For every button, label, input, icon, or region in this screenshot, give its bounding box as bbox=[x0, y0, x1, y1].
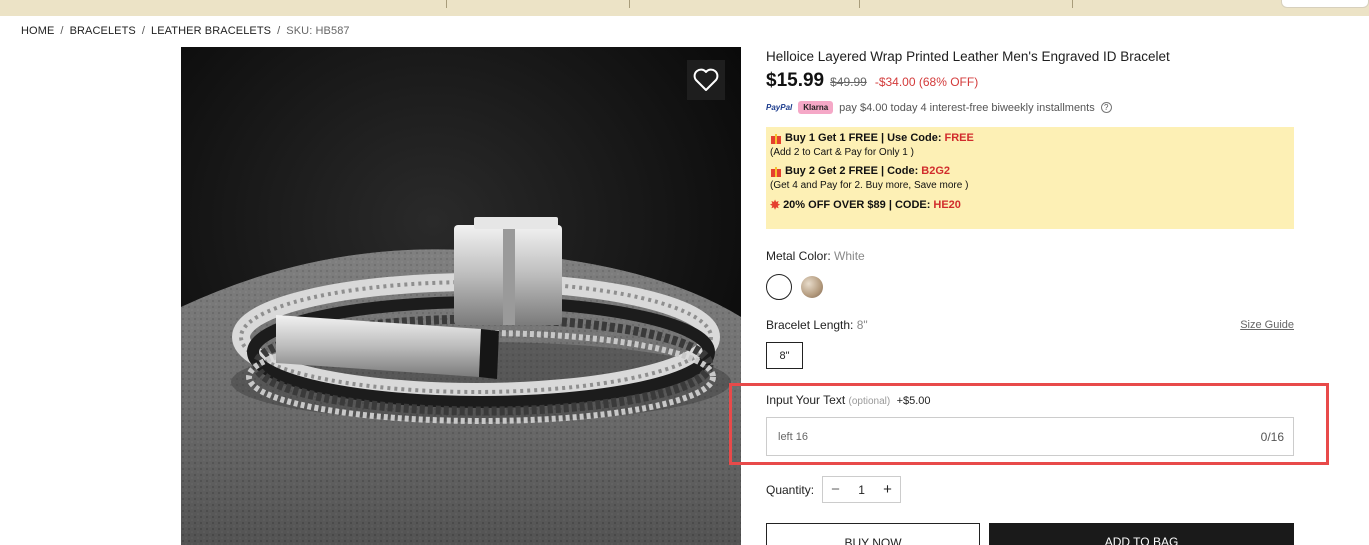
buy-now-button[interactable]: BUY NOW bbox=[766, 523, 980, 545]
promo-line: ✸ 20% OFF OVER $89 | CODE: HE20 bbox=[770, 198, 1290, 212]
breadcrumb-sku: SKU: HB587 bbox=[286, 25, 350, 37]
bracelet-length-header: Bracelet Length: 8" Size Guide bbox=[766, 318, 1294, 332]
bracelet-length-title: Bracelet Length: bbox=[766, 318, 854, 332]
breadcrumb-bracelets[interactable]: BRACELETS bbox=[70, 25, 136, 37]
engraving-title: Input Your Text bbox=[766, 393, 846, 407]
installment-row: PayPal Klarna pay $4.00 today 4 interest… bbox=[766, 101, 1294, 114]
metal-color-label: Metal Color: White bbox=[766, 249, 1294, 263]
size-guide-link[interactable]: Size Guide bbox=[1240, 319, 1294, 331]
promo-subtext: (Add 2 to Cart & Pay for Only 1 ) bbox=[770, 147, 914, 158]
nav-divider bbox=[1072, 0, 1073, 8]
engraving-placeholder: left 16 bbox=[778, 430, 808, 443]
gift-icon bbox=[770, 132, 782, 144]
engraving-optional: (optional) bbox=[848, 396, 891, 407]
price-row: $15.99 $49.99 -$34.00 (68% OFF) bbox=[766, 70, 1294, 92]
installment-text: pay $4.00 today 4 interest-free biweekly… bbox=[839, 101, 1095, 114]
quantity-row: Quantity: − 1 + bbox=[766, 476, 902, 503]
promo-subtext: (Get 4 and Pay for 2. Buy more, Save mor… bbox=[770, 180, 969, 191]
metal-color-options bbox=[766, 274, 1294, 300]
add-to-bag-button[interactable]: ADD TO BAG bbox=[989, 523, 1294, 545]
wishlist-button[interactable] bbox=[687, 60, 725, 100]
promo-line: Buy 1 Get 1 FREE | Use Code: FREE bbox=[770, 132, 1290, 144]
nav-divider bbox=[859, 0, 860, 8]
gift-icon bbox=[770, 165, 782, 177]
promo-code: HE20 bbox=[933, 199, 961, 211]
nav-divider bbox=[446, 0, 447, 8]
quantity-stepper: − 1 + bbox=[822, 476, 902, 503]
sale-price: $15.99 bbox=[766, 70, 825, 91]
product-image[interactable] bbox=[181, 47, 741, 545]
breadcrumb-home[interactable]: HOME bbox=[21, 25, 54, 37]
promo-code: FREE bbox=[944, 132, 974, 144]
heart-icon bbox=[693, 68, 719, 91]
product-info: Helloice Layered Wrap Printed Leather Me… bbox=[766, 47, 1294, 369]
promo-text: Buy 2 Get 2 FREE | Code: bbox=[785, 165, 919, 177]
promo-line: Buy 2 Get 2 FREE | Code: B2G2 bbox=[770, 165, 1290, 177]
metal-color-title: Metal Color: bbox=[766, 249, 831, 263]
quantity-value[interactable]: 1 bbox=[848, 483, 875, 497]
promo-text: Buy 1 Get 1 FREE | Use Code: bbox=[785, 132, 942, 144]
breadcrumb-separator: / bbox=[277, 25, 281, 37]
top-navigation-bar bbox=[0, 0, 1369, 16]
length-option-8[interactable]: 8" bbox=[766, 342, 803, 369]
plus-icon[interactable]: + bbox=[875, 477, 900, 502]
klarna-logo: Klarna bbox=[798, 101, 834, 114]
breadcrumb-leather-bracelets[interactable]: LEATHER BRACELETS bbox=[151, 25, 271, 37]
promo-box: Buy 1 Get 1 FREE | Use Code: FREE (Add 2… bbox=[766, 127, 1294, 229]
search-box[interactable] bbox=[1281, 0, 1369, 8]
bracelet-product-photo bbox=[181, 47, 741, 545]
engraving-text-input[interactable]: left 16 0/16 bbox=[766, 417, 1294, 456]
burst-icon: ✸ bbox=[770, 198, 781, 212]
minus-icon[interactable]: − bbox=[823, 477, 848, 502]
bracelet-length-selected: 8" bbox=[856, 318, 868, 332]
engraving-label: Input Your Text (optional) +$5.00 bbox=[766, 393, 931, 407]
promo-code: B2G2 bbox=[921, 165, 951, 177]
nav-divider bbox=[629, 0, 630, 8]
breadcrumb: HOME / BRACELETS / LEATHER BRACELETS / S… bbox=[21, 25, 350, 37]
paypal-logo: PayPal bbox=[766, 103, 793, 112]
breadcrumb-separator: / bbox=[60, 25, 64, 37]
swatch-gold[interactable] bbox=[801, 276, 823, 298]
original-price: $49.99 bbox=[830, 75, 867, 89]
help-icon[interactable]: ? bbox=[1100, 102, 1112, 113]
swatch-white[interactable] bbox=[766, 274, 792, 300]
breadcrumb-separator: / bbox=[141, 25, 146, 37]
discount-label: -$34.00 (68% OFF) bbox=[874, 75, 979, 89]
engraving-fee: +$5.00 bbox=[896, 395, 931, 407]
engraving-char-counter: 0/16 bbox=[1260, 430, 1284, 444]
metal-color-selected: White bbox=[834, 249, 865, 263]
product-title: Helloice Layered Wrap Printed Leather Me… bbox=[766, 49, 1170, 64]
bracelet-length-label: Bracelet Length: 8" bbox=[766, 318, 868, 332]
quantity-label: Quantity: bbox=[766, 482, 815, 497]
promo-text: 20% OFF OVER $89 | CODE: bbox=[783, 199, 931, 211]
